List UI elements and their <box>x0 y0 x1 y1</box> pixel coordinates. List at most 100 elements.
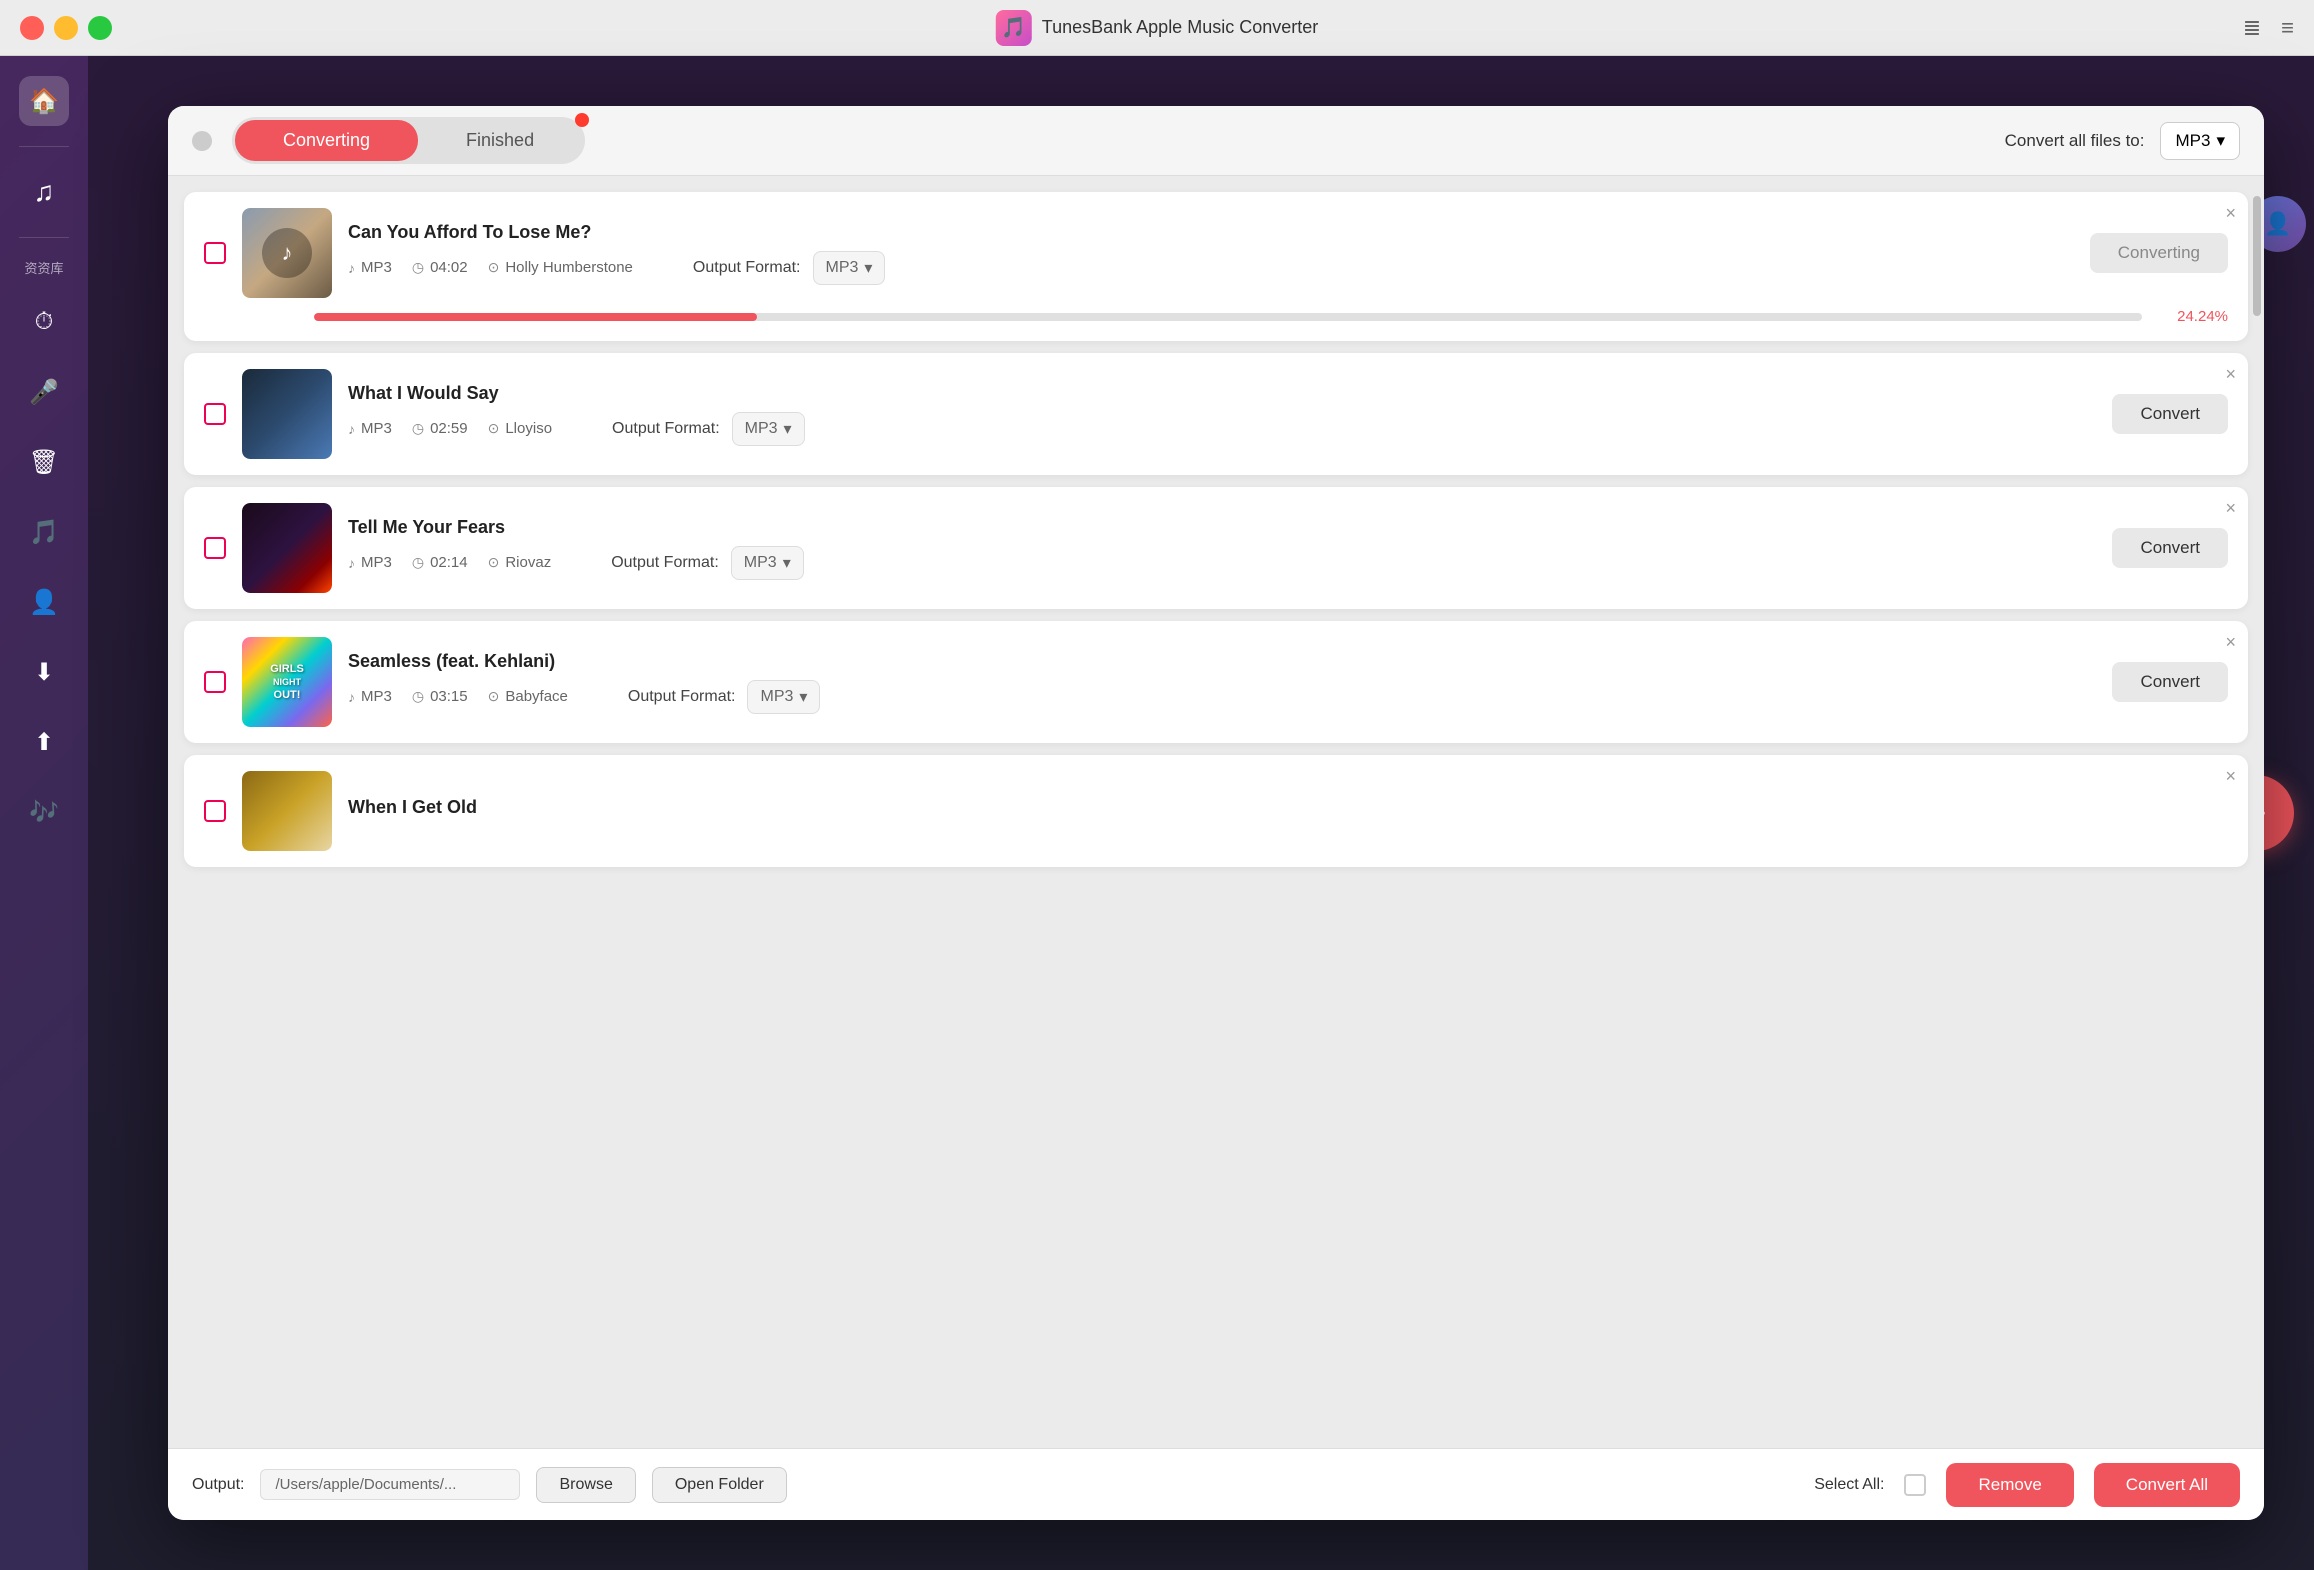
converter-window: Converting Finished Convert all files to… <box>168 106 2264 1520</box>
chevron-icon-2: ▾ <box>784 419 792 439</box>
person-icon-3: ⊙ <box>488 554 500 571</box>
tab-finished[interactable]: Finished <box>418 120 582 161</box>
close-song-4-button[interactable]: × <box>2225 633 2236 651</box>
trash-icon: 🗑 <box>29 448 59 477</box>
output-path: /Users/apple/Documents/... <box>260 1469 520 1500</box>
song-5-checkbox[interactable] <box>204 800 226 822</box>
song-3-format: ♪ MP3 <box>348 554 392 571</box>
tab-converting[interactable]: Converting <box>235 120 418 161</box>
song-4-format: ♪ MP3 <box>348 688 392 705</box>
song-2-meta: ♪ MP3 ◷ 02:59 ⊙ Lloyiso <box>348 412 2096 446</box>
song-2-output-format: Output Format: MP3 ▾ <box>612 412 805 446</box>
library-label: 资资库 <box>24 258 63 277</box>
chevron-icon-1: ▾ <box>864 258 872 278</box>
song-2-duration: ◷ 02:59 <box>412 420 468 437</box>
sidebar-item-trash[interactable]: 🗑 <box>19 437 69 487</box>
music-note-icon-3: ♪ <box>348 555 355 571</box>
format-select-dropdown[interactable]: MP3 ▾ <box>2160 122 2240 160</box>
app-icon: 🎵 <box>996 10 1032 46</box>
song-card-2: × What I Would Say ♪ <box>184 353 2248 475</box>
close-button[interactable] <box>20 16 44 40</box>
song-1-artist: ⊙ Holly Humberstone <box>488 259 633 276</box>
content-area: × ♪ Can You Afford <box>168 176 2264 1448</box>
song-4-thumbnail: GIRLS NIGHT OUT! <box>242 637 332 727</box>
person-icon-1: ⊙ <box>488 259 500 276</box>
open-folder-button[interactable]: Open Folder <box>652 1467 787 1503</box>
playlist-down-icon: ⬇ <box>34 658 54 687</box>
sidebar-item-home[interactable]: 🏠 <box>19 76 69 126</box>
song-4-title: Seamless (feat. Kehlani) <box>348 651 2096 672</box>
sidebar-item-apple-music[interactable]: ♫ <box>19 167 69 217</box>
song-3-convert-button[interactable]: Convert <box>2112 528 2228 568</box>
song-3-checkbox[interactable] <box>204 537 226 559</box>
bottom-bar: Output: /Users/apple/Documents/... Brows… <box>168 1448 2264 1520</box>
sidebar-item-playlist-up[interactable]: ⬆ <box>19 717 69 767</box>
song-card-1: × ♪ Can You Afford <box>184 192 2248 341</box>
song-1-progress-text: 24.24% <box>2158 308 2228 325</box>
avatar-icon: 👤 <box>2264 211 2291 237</box>
profile-icon: 👤 <box>29 588 59 617</box>
chevron-icon-4: ▾ <box>799 687 807 707</box>
select-all-label: Select All: <box>1814 1476 1884 1494</box>
song-5-info: When I Get Old <box>348 797 2228 826</box>
song-5-thumbnail <box>242 771 332 851</box>
song-3-meta: ♪ MP3 ◷ 02:14 ⊙ Riovaz <box>348 546 2096 580</box>
song-1-title: Can You Afford To Lose Me? <box>348 222 2074 243</box>
scrollbar-thumb[interactable] <box>2253 196 2261 316</box>
sidebar-item-mic[interactable]: 🎤 <box>19 367 69 417</box>
clock-icon-2: ◷ <box>412 420 424 437</box>
convert-all-files-label: Convert all files to: <box>2005 131 2145 151</box>
sidebar-item-profile[interactable]: 👤 <box>19 577 69 627</box>
song-1-convert-button[interactable]: Converting <box>2090 233 2228 273</box>
titlebar-right: ≣ ≡ <box>2243 15 2294 41</box>
select-all-checkbox[interactable] <box>1904 1474 1926 1496</box>
song-1-checkbox[interactable] <box>204 242 226 264</box>
song-1-info: Can You Afford To Lose Me? ♪ MP3 ◷ 04:02 <box>348 222 2074 285</box>
playlist-up-icon: ⬆ <box>34 728 54 757</box>
song-4-convert-button[interactable]: Convert <box>2112 662 2228 702</box>
convert-all-button[interactable]: Convert All <box>2094 1463 2240 1507</box>
person-icon-4: ⊙ <box>488 688 500 705</box>
app-header: Converting Finished Convert all files to… <box>168 106 2264 176</box>
traffic-lights <box>20 16 112 40</box>
song-2-checkbox[interactable] <box>204 403 226 425</box>
music2-icon: 🎶 <box>29 798 59 827</box>
apple-music-icon: ♫ <box>34 176 55 208</box>
sidebar-item-clock[interactable]: ⏱ <box>19 297 69 347</box>
sidebar-item-music[interactable]: 🎵 <box>19 507 69 557</box>
song-2-format-dropdown[interactable]: MP3 ▾ <box>732 412 805 446</box>
scrollbar-track[interactable] <box>2248 176 2264 1448</box>
maximize-button[interactable] <box>88 16 112 40</box>
clock-icon-1: ◷ <box>412 259 424 276</box>
minimize-button[interactable] <box>54 16 78 40</box>
song-2-convert-button[interactable]: Convert <box>2112 394 2228 434</box>
song-3-output-format: Output Format: MP3 ▾ <box>611 546 804 580</box>
sidebar-item-playlist-down[interactable]: ⬇ <box>19 647 69 697</box>
song-3-format-dropdown[interactable]: MP3 ▾ <box>731 546 804 580</box>
sidebar-item-music2[interactable]: 🎶 <box>19 787 69 837</box>
song-5-title: When I Get Old <box>348 797 2228 818</box>
song-4-checkbox[interactable] <box>204 671 226 693</box>
clock-icon: ⏱ <box>35 308 54 336</box>
person-icon-2: ⊙ <box>488 420 500 437</box>
song-4-format-dropdown[interactable]: MP3 ▾ <box>747 680 820 714</box>
close-song-2-button[interactable]: × <box>2225 365 2236 383</box>
clock-icon-4: ◷ <box>412 688 424 705</box>
song-1-format-dropdown[interactable]: MP3 ▾ <box>813 251 886 285</box>
playlist-icon[interactable]: ≣ <box>2243 15 2261 41</box>
song-4-info: Seamless (feat. Kehlani) ♪ MP3 ◷ 03:15 <box>348 651 2096 714</box>
mic-icon: 🎤 <box>29 378 59 407</box>
close-song-3-button[interactable]: × <box>2225 499 2236 517</box>
close-song-5-button[interactable]: × <box>2225 767 2236 785</box>
browse-button[interactable]: Browse <box>536 1467 635 1503</box>
song-4-meta: ♪ MP3 ◷ 03:15 ⊙ Babyface <box>348 680 2096 714</box>
song-2-title: What I Would Say <box>348 383 2096 404</box>
bottom-right: Select All: Remove Convert All <box>1814 1463 2240 1507</box>
song-4-artist: ⊙ Babyface <box>488 688 568 705</box>
music-note-icon-4: ♪ <box>348 689 355 705</box>
remove-button[interactable]: Remove <box>1946 1463 2073 1507</box>
menu-icon[interactable]: ≡ <box>2281 15 2294 41</box>
song-card-5: × When I Get Old <box>184 755 2248 867</box>
chevron-down-icon: ▾ <box>2216 131 2225 151</box>
close-song-1-button[interactable]: × <box>2225 204 2236 222</box>
